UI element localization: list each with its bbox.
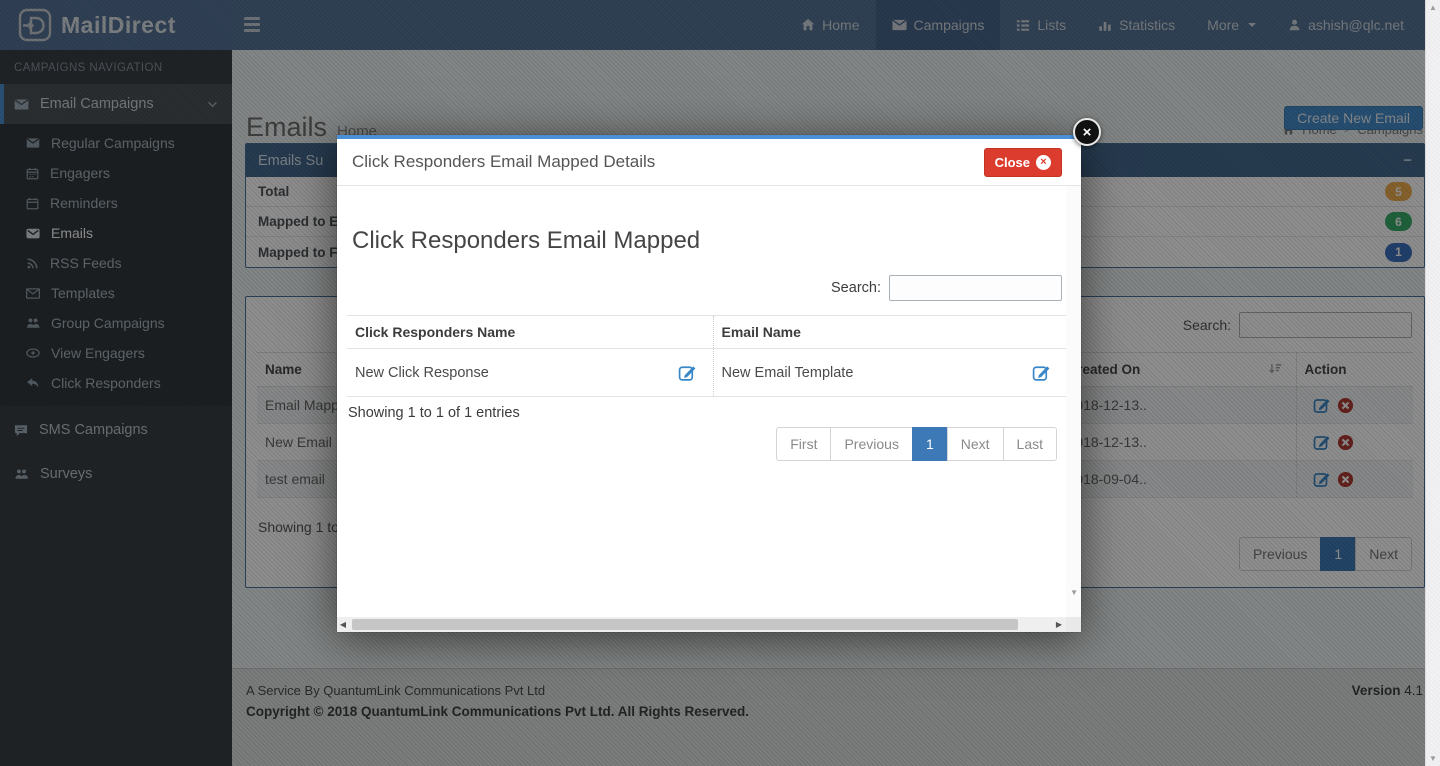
pagination-first[interactable]: First (776, 427, 831, 461)
edit-icon[interactable] (1032, 363, 1051, 382)
close-button[interactable]: Close × (984, 148, 1062, 177)
modal-horizontal-scrollbar[interactable]: ◀ ▶ (337, 617, 1081, 632)
scroll-up-arrow-icon[interactable]: ▲ (1426, 3, 1440, 12)
modal-vertical-scrollbar[interactable]: ▼ (1066, 186, 1081, 617)
pagination-last[interactable]: Last (1003, 427, 1057, 461)
scroll-down-arrow-icon[interactable]: ▼ (1426, 754, 1440, 763)
close-circle-icon: × (1036, 155, 1051, 170)
pagination-previous[interactable]: Previous (830, 427, 912, 461)
column-header-email[interactable]: Email Name (713, 316, 1067, 349)
scroll-right-arrow-icon[interactable]: ▶ (1053, 620, 1065, 629)
lightbox-close-icon[interactable]: × (1073, 118, 1101, 146)
pagination-page-1[interactable]: 1 (912, 427, 948, 461)
modal-heading: Click Responders Email Mapped (352, 227, 700, 255)
scroll-down-arrow-icon[interactable]: ▼ (1070, 588, 1078, 597)
horizontal-scroll-thumb[interactable] (352, 619, 1018, 630)
modal-pagination: First Previous 1 Next Last (776, 427, 1057, 461)
modal-title: Click Responders Email Mapped Details (352, 152, 655, 172)
mapped-table: Click Responders Name Email Name New Cli… (347, 315, 1067, 397)
modal-header: Click Responders Email Mapped Details Cl… (337, 139, 1081, 186)
scrollbar-corner (1066, 617, 1081, 632)
table-row: New Click Response New Email Template (347, 349, 1067, 397)
scroll-left-arrow-icon[interactable]: ◀ (337, 620, 349, 629)
page-vertical-scrollbar[interactable]: ▲ ▼ (1425, 0, 1440, 766)
showing-entries-text: Showing 1 to 1 of 1 entries (348, 405, 520, 421)
pagination-next[interactable]: Next (947, 427, 1004, 461)
edit-icon[interactable] (678, 363, 697, 382)
search-label: Search: (831, 280, 881, 296)
modal-search-input[interactable] (889, 275, 1062, 301)
click-responders-modal: Click Responders Email Mapped Details Cl… (337, 135, 1081, 632)
modal-search: Search: (831, 275, 1062, 301)
column-header-responder[interactable]: Click Responders Name (347, 316, 713, 349)
